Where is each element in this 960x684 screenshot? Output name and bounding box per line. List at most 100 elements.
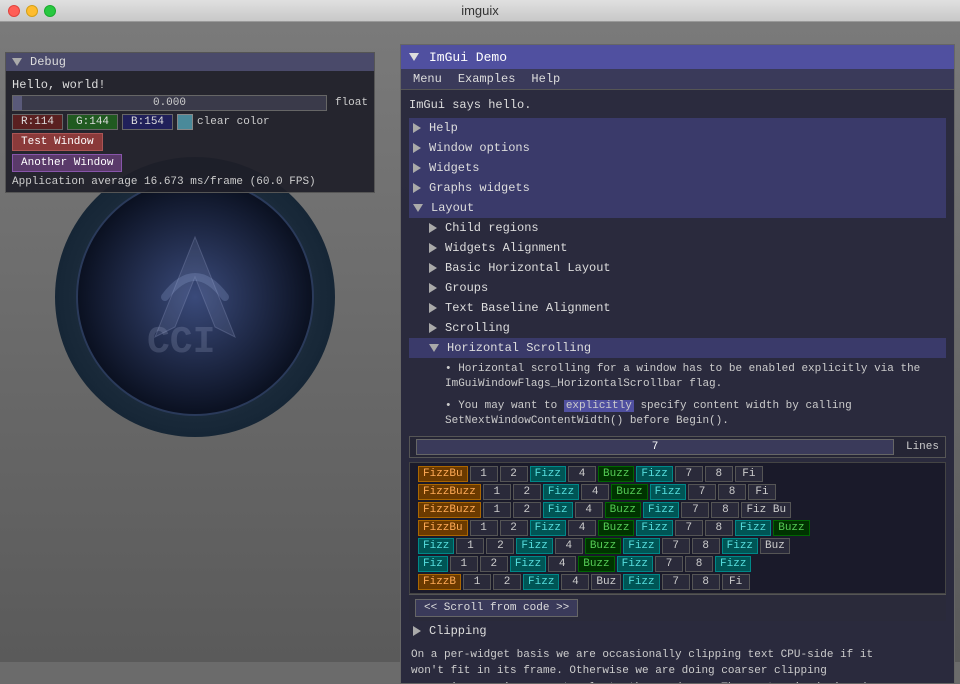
- fizz-cell: 7: [662, 574, 690, 590]
- tree-item-groups[interactable]: Groups: [409, 278, 946, 298]
- tree-item-text-baseline[interactable]: Text Baseline Alignment: [409, 298, 946, 318]
- color-g-value[interactable]: G:144: [67, 114, 118, 130]
- fizz-cell: 4: [561, 574, 589, 590]
- test-window-button[interactable]: Test Window: [12, 133, 103, 151]
- widgets-arrow-icon: [413, 163, 421, 173]
- fizz-cell: 7: [655, 556, 683, 572]
- fizz-cell: Buzz: [605, 502, 641, 518]
- imgui-window-title: ImGui Demo: [429, 50, 507, 65]
- menu-item-help[interactable]: Help: [523, 71, 568, 87]
- lines-slider-row: 7 Lines: [409, 436, 946, 458]
- clipping-section: On a per-widget basis we are occasionall…: [409, 647, 946, 683]
- fizz-cell: 1: [463, 574, 491, 590]
- fizz-cell: Buzz: [585, 538, 621, 554]
- close-button[interactable]: [8, 5, 20, 17]
- float-slider[interactable]: 0.000: [12, 95, 327, 111]
- tree-label-graphs: Graphs widgets: [429, 181, 530, 195]
- app-title: imguix: [461, 3, 499, 18]
- bullet-icon-2: •: [445, 400, 458, 412]
- tree-item-child-regions[interactable]: Child regions: [409, 218, 946, 238]
- fizz-cell: Fizz: [623, 574, 659, 590]
- fizz-cell: Fizz: [530, 520, 566, 536]
- lines-slider[interactable]: 7: [416, 439, 894, 455]
- fizz-cell: 2: [480, 556, 508, 572]
- maximize-button[interactable]: [44, 5, 56, 17]
- fizz-cell: 1: [483, 502, 511, 518]
- menu-item-menu[interactable]: Menu: [405, 71, 450, 87]
- clipping-arrow-icon: [413, 626, 421, 636]
- tree-label-window-options: Window options: [429, 141, 530, 155]
- debug-titlebar: Debug: [6, 53, 374, 71]
- fizz-cell: Fiz: [418, 556, 448, 572]
- scroll-from-code-button[interactable]: << Scroll from code >>: [415, 599, 578, 617]
- tree-label-scrolling: Scrolling: [445, 321, 510, 335]
- fizz-row-4: FizzBu 1 2 Fizz 4 Buzz Fizz 7 8 Fizz Buz…: [414, 519, 946, 537]
- fizz-cell: 2: [513, 502, 541, 518]
- layout-arrow-icon: [413, 204, 423, 212]
- fizz-row-3: FizzBuzz 1 2 Fiz 4 Buzz Fizz 7 8 Fiz Bu: [414, 501, 946, 519]
- fizz-cell: 2: [493, 574, 521, 590]
- imgui-body[interactable]: ImGui says hello. Help Window options Wi…: [401, 90, 954, 683]
- fizz-row-2: FizzBuzz 1 2 Fizz 4 Buzz Fizz 7 8 Fi: [414, 483, 946, 501]
- minimize-button[interactable]: [26, 5, 38, 17]
- btn-row-2: Another Window: [12, 154, 368, 172]
- tree-item-graphs[interactable]: Graphs widgets: [409, 178, 946, 198]
- horiz-scroll-area[interactable]: FizzBu 1 2 Fizz 4 Buzz Fizz 7 8 Fi FizzB…: [409, 462, 946, 594]
- tree-item-scrolling[interactable]: Scrolling: [409, 318, 946, 338]
- debug-expand-icon[interactable]: [12, 58, 22, 66]
- tree-label-widgets: Widgets: [429, 161, 479, 175]
- fizz-cell: 1: [450, 556, 478, 572]
- fizz-cell: Fiz: [543, 502, 573, 518]
- tree-label-child-regions: Child regions: [445, 221, 539, 235]
- slider-value: 0.000: [153, 97, 186, 109]
- color-r-value[interactable]: R:114: [12, 114, 63, 130]
- tree-label-clipping: Clipping: [429, 624, 487, 638]
- fizz-cell: 7: [688, 484, 716, 500]
- tree-item-window-options[interactable]: Window options: [409, 138, 946, 158]
- fizz-cell: Fizz: [418, 538, 454, 554]
- imgui-demo-window: ImGui Demo Menu Examples Help ImGui says…: [400, 44, 955, 684]
- greeting-row: Hello, world!: [12, 78, 368, 92]
- fizz-cell: 7: [681, 502, 709, 518]
- fizz-cell: 2: [500, 520, 528, 536]
- fizz-cell: 7: [675, 520, 703, 536]
- fizz-cell: Buzz: [578, 556, 614, 572]
- text-baseline-arrow-icon: [429, 303, 437, 313]
- tree-item-layout[interactable]: Layout: [409, 198, 946, 218]
- horiz-scroll-note-1: Horizontal scrolling for a window has to…: [409, 360, 946, 395]
- scroll-buttons-row: << Scroll from code >>: [409, 594, 946, 621]
- tree-item-horiz-scroll[interactable]: Horizontal Scrolling: [409, 338, 946, 358]
- tree-item-widgets[interactable]: Widgets: [409, 158, 946, 178]
- lines-value: 7: [652, 441, 659, 453]
- fizz-cell: 4: [548, 556, 576, 572]
- color-b-value[interactable]: B:154: [122, 114, 173, 130]
- window-controls: [8, 5, 56, 17]
- tree-item-clipping[interactable]: Clipping: [409, 621, 946, 641]
- color-swatch[interactable]: [177, 114, 193, 130]
- fizz-cell: 8: [711, 502, 739, 518]
- logo-svg: CCI: [75, 177, 315, 417]
- another-window-button[interactable]: Another Window: [12, 154, 122, 172]
- background-area: CCI Debug Hello, world! 0.000 float R:11…: [0, 22, 960, 662]
- fizz-cell: Fizz: [650, 484, 686, 500]
- menu-item-examples[interactable]: Examples: [450, 71, 524, 87]
- tree-label-basic-horiz: Basic Horizontal Layout: [445, 261, 611, 275]
- fizz-cell: FizzBuzz: [418, 484, 481, 500]
- fizz-cell: Fizz: [715, 556, 751, 572]
- fizz-cell: Buzz: [598, 466, 634, 482]
- fizz-cell: Fi: [735, 466, 763, 482]
- fizz-cell: Fizz: [530, 466, 566, 482]
- note-1-text: Horizontal scrolling for a window has to…: [445, 363, 920, 390]
- clipping-description: On a per-widget basis we are occasionall…: [409, 647, 946, 683]
- fizz-cell: 8: [705, 466, 733, 482]
- fizz-cell: Fizz: [636, 520, 672, 536]
- fizz-cell: Buzz: [598, 520, 634, 536]
- fizz-cell: 8: [685, 556, 713, 572]
- tree-item-help[interactable]: Help: [409, 118, 946, 138]
- tree-item-widgets-align[interactable]: Widgets Alignment: [409, 238, 946, 258]
- tree-item-basic-horiz[interactable]: Basic Horizontal Layout: [409, 258, 946, 278]
- fizz-cell: Buzz: [773, 520, 809, 536]
- tree-label-text-baseline: Text Baseline Alignment: [445, 301, 611, 315]
- fizz-cell: Fizz: [617, 556, 653, 572]
- fizz-cell: Fizz: [523, 574, 559, 590]
